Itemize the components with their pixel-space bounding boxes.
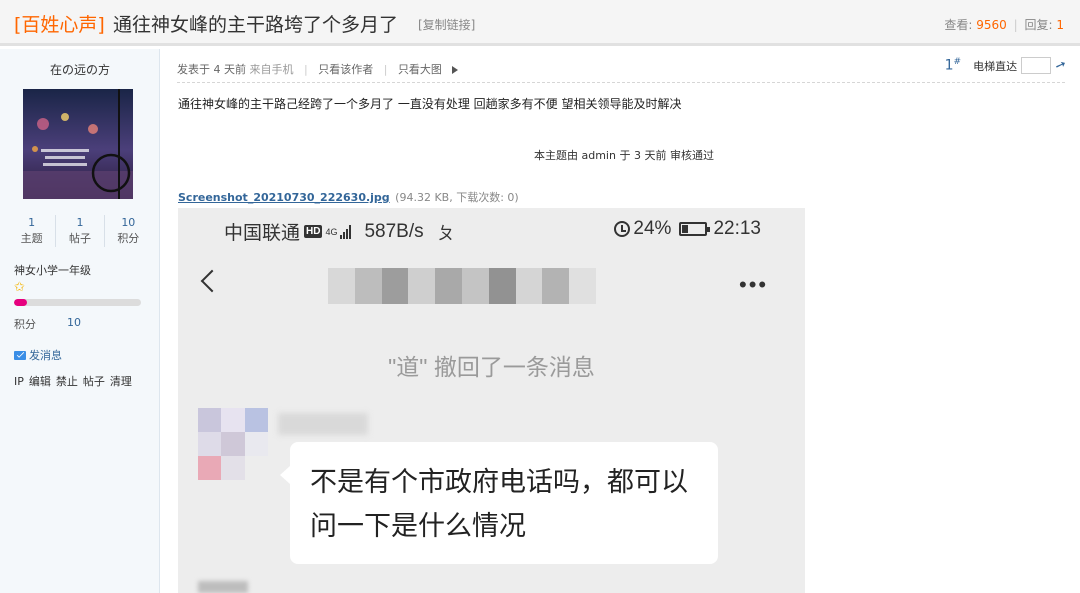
stat-label: 主题: [20, 232, 43, 245]
author-name[interactable]: 在の远の方: [0, 61, 160, 78]
points-value: 10: [67, 316, 81, 329]
avatar-image: [23, 89, 133, 199]
views-label: 查看:: [944, 18, 973, 32]
phone-time: 22:13: [713, 218, 761, 239]
carrier: 中国联通: [224, 223, 301, 244]
caret-right-icon[interactable]: [452, 66, 459, 74]
author-stat-posts[interactable]: 1 帖子: [55, 215, 103, 247]
attachment: Screenshot_20210730_222630.jpg (94.32 KB…: [178, 189, 519, 205]
hd-badge: HD: [304, 225, 323, 238]
author-stat-points[interactable]: 10 积分: [103, 215, 152, 247]
stat-value: 1: [28, 216, 36, 229]
post-content: 通往神女峰的主干路己经跨了一个多月了 一直没有处理 回趟家多有不便 望相关领导能…: [178, 97, 682, 111]
author-sidebar: 在の远の方 1 主题 1 帖子 10 积分 神女小学一年级 ✩ 积分 10 发消…: [0, 49, 160, 593]
stat-label: 积分: [117, 232, 140, 245]
floor-value: 1: [944, 57, 954, 74]
sender-name-blurred: [278, 413, 368, 435]
sender-avatar-blurred: [198, 408, 268, 480]
more-icon: •••: [739, 272, 769, 297]
mail-icon: [14, 351, 26, 360]
avatar[interactable]: [23, 89, 133, 199]
chat-message-bubble: 不是有个市政府电话吗，都可以问一下是什么情况: [280, 442, 718, 564]
attachment-info: (94.32 KB, 下载次数: 0): [395, 191, 519, 204]
status-extra: ㄆ: [437, 224, 455, 243]
back-icon: [200, 269, 224, 293]
post-meta: 发表于 4 天前 来自手机 | 只看该作者 | 只看大图: [177, 61, 459, 77]
thread-title: 通往神女峰的主干路垮了个多月了: [113, 14, 399, 36]
phone-status-left: 中国联通 HD 4G 587B/s ㄆ: [224, 218, 455, 245]
points-label: 积分: [14, 318, 36, 331]
views-count: 9560: [976, 18, 1007, 32]
goto-floor-label: 电梯直达: [973, 59, 1018, 73]
post-source: 来自手机: [249, 63, 294, 76]
meta-divider: |: [304, 63, 308, 76]
alarm-icon: [614, 221, 631, 237]
admin-link-ip[interactable]: IP: [14, 375, 24, 388]
send-message-link[interactable]: 发消息: [14, 347, 62, 363]
post-floor-nav: 1# 电梯直达 ➚: [945, 57, 1069, 75]
stats-divider: |: [1013, 18, 1018, 32]
floor-mark: #: [953, 57, 962, 68]
audit-notice: 本主题由 admin 于 3 天前 审核通过: [534, 149, 714, 162]
net-speed: 587B/s: [364, 220, 424, 242]
goto-floor-input[interactable]: [1021, 57, 1052, 74]
stat-label: 帖子: [68, 232, 91, 245]
author-stat-topics[interactable]: 1 主题: [8, 215, 55, 247]
copy-link-button[interactable]: [复制链接]: [418, 16, 475, 33]
admin-link-posts[interactable]: 帖子: [83, 375, 105, 388]
author-stats: 1 主题 1 帖子 10 积分: [8, 215, 152, 247]
thread-stats: 查看: 9560 | 回复: 1: [944, 16, 1064, 33]
author-points: 积分 10: [14, 316, 81, 332]
floor-number[interactable]: 1#: [945, 57, 961, 74]
signal-icon: [340, 224, 352, 239]
battery-icon: [679, 222, 711, 236]
star-icon: ✩: [14, 280, 25, 295]
thread-header: [百姓心声] 通往神女峰的主干路垮了个多月了 [复制链接] 查看: 9560 |…: [0, 0, 1080, 46]
battery-percent: 24%: [633, 218, 672, 239]
rank-progress-bar: [14, 299, 141, 306]
admin-link-clean[interactable]: 清理: [110, 375, 132, 388]
network-type: 4G: [325, 226, 338, 237]
recall-notice: "道" 撤回了一条消息: [388, 354, 595, 380]
admin-link-ban[interactable]: 禁止: [56, 375, 78, 388]
attachment-link[interactable]: Screenshot_20210730_222630.jpg: [178, 191, 390, 204]
chat-title-blurred: [328, 268, 596, 304]
admin-link-edit[interactable]: 编辑: [29, 375, 51, 388]
only-big-image-link[interactable]: 只看大图: [398, 63, 442, 76]
admin-links: IP 编辑 禁止 帖子 清理: [14, 373, 137, 389]
meta-divider-line: [177, 82, 1065, 83]
stat-value: 10: [121, 216, 136, 229]
only-author-link[interactable]: 只看该作者: [318, 63, 373, 76]
phone-status-right: 24% 22:13: [614, 218, 761, 240]
replies-label: 回复:: [1024, 18, 1053, 32]
next-avatar-blurred: [198, 581, 248, 593]
send-message-label: 发消息: [29, 349, 62, 362]
replies-count: 1: [1056, 18, 1064, 32]
stat-value: 1: [76, 216, 84, 229]
goto-arrow-icon[interactable]: ➚: [1053, 57, 1068, 75]
author-rank: 神女小学一年级: [14, 264, 91, 277]
chat-message-text: 不是有个市政府电话吗，都可以问一下是什么情况: [310, 467, 688, 541]
meta-divider: |: [383, 63, 388, 76]
attachment-image[interactable]: 中国联通 HD 4G 587B/s ㄆ 24% 22:13 ••• "道" 撤回…: [178, 208, 805, 593]
rank-progress-fill: [14, 299, 27, 306]
post-time: 发表于 4 天前: [177, 63, 246, 76]
thread-category-tag[interactable]: [百姓心声]: [14, 10, 105, 37]
